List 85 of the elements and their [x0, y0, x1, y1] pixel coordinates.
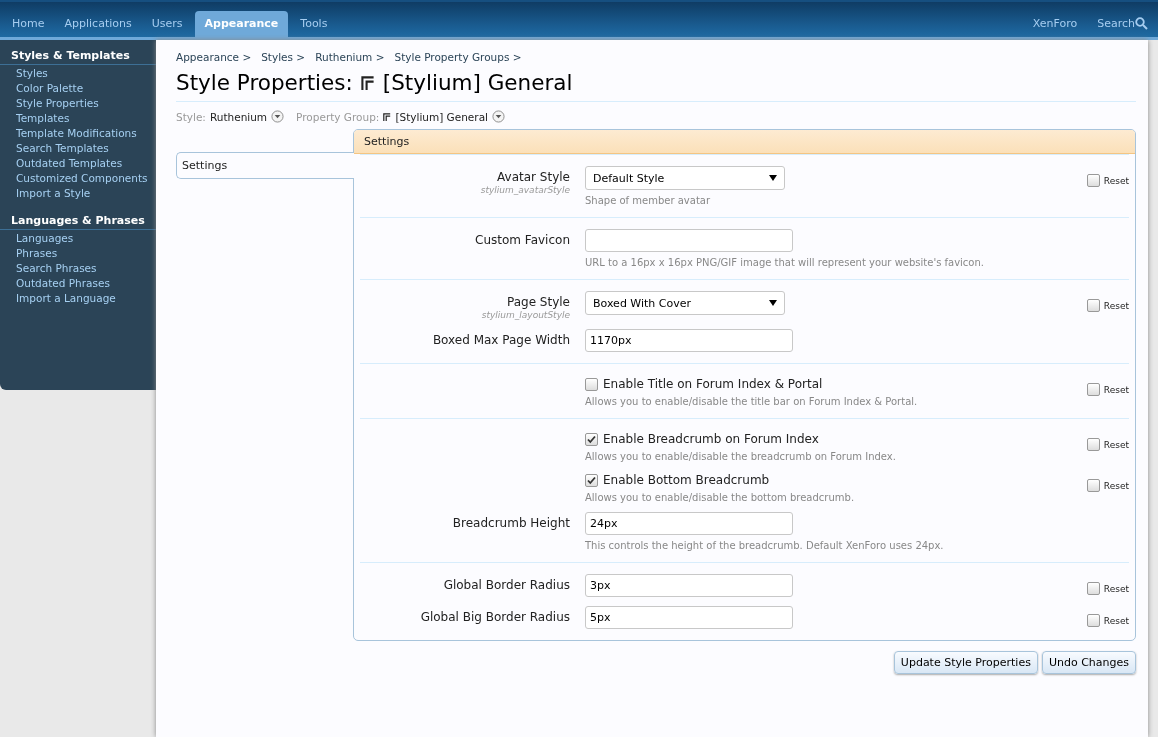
search-link[interactable]: Search [1087, 17, 1158, 37]
sidebar-item[interactable]: Search Templates [0, 141, 156, 156]
breadcrumb-link[interactable]: Appearance > [176, 51, 252, 63]
field-label: Global Border Radius [443, 578, 570, 592]
sidebar-heading: Languages & Phrases [0, 214, 156, 230]
field-hint: Shape of member avatar [585, 195, 712, 206]
form-button[interactable]: Undo Changes [1041, 651, 1136, 674]
caret-icon[interactable] [769, 299, 777, 307]
checkbox[interactable] [585, 377, 598, 391]
nav-tab[interactable]: Tools [290, 11, 338, 37]
input-field[interactable] [585, 229, 793, 252]
select-field[interactable]: Boxed With Cover [585, 291, 785, 315]
sidebar-item[interactable]: Search Phrases [0, 261, 156, 276]
reset-label[interactable]: Reset [1103, 615, 1129, 626]
search-icon [1135, 17, 1148, 30]
filter-value[interactable]: [Stylium] General [395, 110, 488, 123]
reset-checkbox[interactable] [1086, 582, 1100, 595]
checkbox[interactable] [585, 432, 598, 446]
reset-label[interactable]: Reset [1103, 175, 1129, 186]
input-field[interactable]: 24px [585, 512, 793, 535]
checkbox-label[interactable]: Enable Title on Forum Index & Portal [603, 377, 823, 391]
sidebar-heading: Styles & Templates [0, 49, 156, 65]
nav-tab[interactable]: Applications [54, 11, 142, 37]
nav-tab[interactable]: Users [141, 11, 193, 37]
filter-label: Property Group: [296, 110, 380, 123]
sidebar-item[interactable]: Outdated Phrases [0, 276, 156, 291]
reset-checkbox[interactable] [1086, 479, 1100, 492]
breadcrumb-link[interactable]: Ruthenium > [315, 51, 385, 63]
checkbox-label[interactable]: Enable Breadcrumb on Forum Index [603, 432, 819, 446]
select-field[interactable]: Default Style [585, 166, 785, 190]
settings-tab[interactable]: Settings [176, 152, 354, 179]
sidebar-item[interactable]: Templates [0, 111, 156, 126]
sidebar-item[interactable]: Languages [0, 231, 156, 246]
input-field[interactable]: 5px [585, 606, 793, 629]
group-icon [360, 75, 375, 90]
breadcrumb-link[interactable]: Styles > [261, 51, 306, 63]
field-hint: Allows you to enable/disable the bottom breadcrumb. [585, 492, 856, 503]
page-title: Style Properties: [176, 70, 353, 95]
dropdown-icon[interactable] [271, 110, 285, 123]
breadcrumb-link[interactable]: Style Property Groups > [394, 51, 522, 63]
sidebar-item[interactable]: Phrases [0, 246, 156, 261]
field-label: Boxed Max Page Width [432, 333, 570, 347]
field-label: Avatar Style [497, 170, 570, 184]
filter-value[interactable]: Ruthenium [209, 110, 268, 123]
sidebar-item[interactable]: Customized Components [0, 171, 156, 186]
sidebar-item[interactable]: Style Properties [0, 96, 156, 111]
reset-label[interactable]: Reset [1103, 384, 1129, 395]
field-label: Page Style [507, 295, 570, 309]
field-hint: Allows you to enable/disable the breadcrumb on Forum Index. [585, 451, 897, 462]
checkbox[interactable] [585, 473, 598, 487]
field-label: Breadcrumb Height [452, 516, 570, 530]
field-hint: This controls the height of the breadcrumb. Default XenForo uses 24px. [585, 540, 945, 551]
field-hint: Allows you to enable/disable the title bar on Forum Index & Portal. [585, 396, 919, 407]
page-title: [Stylium] General [382, 70, 573, 95]
panel-header: Settings [354, 130, 1135, 154]
sidebar-item[interactable]: Template Modifications [0, 126, 156, 141]
reset-label[interactable]: Reset [1103, 300, 1129, 311]
field-hint: URL to a 16px x 16px PNG/GIF image that will represent your website's favicon. [585, 257, 985, 268]
reset-label[interactable]: Reset [1103, 439, 1129, 450]
reset-checkbox[interactable] [1086, 383, 1100, 396]
sidebar-item[interactable]: Styles [0, 66, 156, 81]
reset-label[interactable]: Reset [1103, 583, 1129, 594]
sidebar-item[interactable]: Color Palette [0, 81, 156, 96]
form-button[interactable]: Update Style Properties [893, 651, 1038, 674]
property-key: stylium_avatarStyle [360, 184, 570, 195]
group-icon [383, 112, 392, 121]
input-field[interactable]: 3px [585, 574, 793, 597]
checkbox-label[interactable]: Enable Bottom Breadcrumb [603, 473, 770, 487]
input-field[interactable]: 1170px [585, 329, 793, 352]
nav-tab[interactable]: Home [2, 11, 55, 37]
caret-icon[interactable] [769, 174, 777, 182]
sidebar-item[interactable]: Outdated Templates [0, 156, 156, 171]
reset-checkbox[interactable] [1086, 174, 1100, 187]
reset-checkbox[interactable] [1086, 299, 1100, 312]
property-key: stylium_layoutStyle [360, 309, 570, 320]
reset-label[interactable]: Reset [1103, 480, 1129, 491]
sidebar-item[interactable]: Import a Style [0, 186, 156, 201]
field-label: Global Big Border Radius [420, 610, 570, 624]
reset-checkbox[interactable] [1086, 438, 1100, 451]
dropdown-icon[interactable] [492, 110, 505, 123]
nav-link[interactable]: XenForo [1022, 17, 1088, 37]
sidebar-item[interactable]: Import a Language [0, 291, 156, 306]
field-label: Custom Favicon [475, 233, 570, 247]
filter-label: Style: [176, 110, 206, 123]
reset-checkbox[interactable] [1086, 614, 1100, 627]
